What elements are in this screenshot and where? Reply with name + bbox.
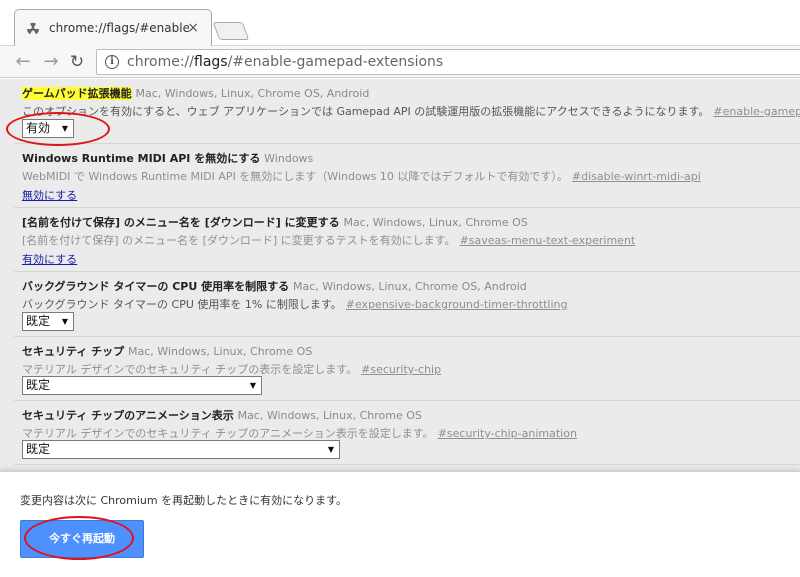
experiment-title: セキュリティ チップのアニメーション表示 Mac, Windows, Linux…: [22, 407, 422, 423]
experiment-description: バックグラウンド タイマーの CPU 使用率を 1% に制限します。 #expen…: [22, 296, 567, 312]
experiment-select[interactable]: 有効 ▼: [22, 119, 74, 138]
reload-icon[interactable]: ↻: [66, 51, 88, 73]
tab-close-icon[interactable]: ×: [187, 20, 199, 36]
url-path: /#enable-gamepad-extensions: [227, 54, 444, 70]
back-arrow-icon[interactable]: ←: [12, 51, 34, 73]
experiment-name: Windows Runtime MIDI API を無効にする: [22, 152, 261, 165]
experiment-disable-winrt-midi-api: Windows Runtime MIDI API を無効にする Windows …: [14, 144, 800, 208]
description-text: WebMIDI で Windows Runtime MIDI API を無効にし…: [22, 170, 568, 183]
experiment-security-chip: セキュリティ チップ Mac, Windows, Linux, Chrome O…: [14, 337, 800, 401]
experiment-toggle-link[interactable]: 無効にする: [22, 187, 77, 203]
experiment-title: Windows Runtime MIDI API を無効にする Windows: [22, 150, 313, 166]
experiment-platforms: Mac, Windows, Linux, Chrome OS: [128, 345, 313, 358]
experiment-platforms: Mac, Windows, Linux, Chrome OS, Android: [292, 280, 527, 293]
experiment-description: マテリアル デザインでのセキュリティ チップの表示を設定します。 #securit…: [22, 361, 441, 377]
url-host: flags: [194, 54, 228, 70]
tab-strip: chrome://flags/#enable- ×: [0, 0, 800, 47]
experiment-permalink[interactable]: #expensive-background-timer-throttling: [346, 298, 568, 311]
experiment-toggle-link[interactable]: 有効にする: [22, 251, 77, 267]
dropdown-arrow-icon: ▼: [249, 381, 256, 390]
experiment-name: セキュリティ チップ: [22, 345, 125, 358]
experiment-title: ゲームパッド拡張機能 Mac, Windows, Linux, Chrome O…: [22, 85, 369, 101]
dropdown-arrow-icon: ▼: [61, 124, 68, 133]
description-text: マテリアル デザインでのセキュリティ チップの表示を設定します。: [22, 363, 358, 376]
experiment-platforms: Mac, Windows, Linux, Chrome OS: [343, 216, 528, 229]
experiment-platforms: Windows: [264, 152, 314, 165]
description-text: バックグラウンド タイマーの CPU 使用率を 1% に制限します。: [22, 298, 342, 311]
active-tab[interactable]: chrome://flags/#enable- ×: [14, 9, 212, 47]
experiment-description: [名前を付けて保存] のメニュー名を [ダウンロード] に変更するテストを有効に…: [22, 232, 635, 248]
description-text: マテリアル デザインでのセキュリティ チップのアニメーション表示を設定します。: [22, 427, 434, 440]
description-text: [名前を付けて保存] のメニュー名を [ダウンロード] に変更するテストを有効に…: [22, 234, 456, 247]
experiment-name: バックグラウンド タイマーの CPU 使用率を制限する: [22, 280, 290, 293]
experiment-title: [名前を付けて保存] のメニュー名を [ダウンロード] に変更する Mac, W…: [22, 214, 528, 230]
select-value: 既定: [26, 378, 51, 392]
experiment-permalink[interactable]: #enable-gamepad-extensions: [713, 105, 800, 118]
experiment-name: セキュリティ チップのアニメーション表示: [22, 409, 234, 422]
select-value: 有効: [26, 121, 51, 135]
experiment-name: [名前を付けて保存] のメニュー名を [ダウンロード] に変更する: [22, 216, 340, 229]
flags-list: ゲームパッド拡張機能 Mac, Windows, Linux, Chrome O…: [0, 79, 800, 471]
info-icon[interactable]: i: [105, 55, 119, 69]
description-text: このオプションを有効にすると、ウェブ アプリケーションでは Gamepad AP…: [22, 105, 710, 118]
select-value: 既定: [26, 442, 51, 456]
experiment-name: ゲームパッド拡張機能: [22, 87, 132, 100]
radiation-icon: [26, 22, 39, 35]
experiment-description: マテリアル デザインでのセキュリティ チップのアニメーション表示を設定します。 #…: [22, 425, 577, 441]
experiment-permalink[interactable]: #security-chip: [361, 363, 441, 376]
dropdown-arrow-icon: ▼: [61, 317, 68, 326]
restart-now-button[interactable]: 今すぐ再起動: [20, 520, 144, 558]
experiment-title: バックグラウンド タイマーの CPU 使用率を制限する Mac, Windows…: [22, 278, 527, 294]
experiment-permalink[interactable]: #disable-winrt-midi-api: [572, 170, 701, 183]
experiment-permalink[interactable]: #security-chip-animation: [438, 427, 577, 440]
experiment-description: このオプションを有効にすると、ウェブ アプリケーションでは Gamepad AP…: [22, 103, 800, 119]
experiment-security-chip-animation: セキュリティ チップのアニメーション表示 Mac, Windows, Linux…: [14, 401, 800, 465]
new-tab-button[interactable]: [212, 22, 250, 40]
experiment-platforms: Mac, Windows, Linux, Chrome OS: [237, 409, 422, 422]
tab-title: chrome://flags/#enable-: [49, 21, 189, 35]
experiment-select[interactable]: 既定 ▼: [22, 312, 74, 331]
forward-arrow-icon[interactable]: →: [40, 51, 62, 73]
dropdown-arrow-icon: ▼: [327, 445, 334, 454]
toolbar: ← → ↻ i chrome://flags/#enable-gamepad-e…: [0, 46, 800, 78]
experiment-permalink[interactable]: #saveas-menu-text-experiment: [460, 234, 636, 247]
address-bar[interactable]: i chrome://flags/#enable-gamepad-extensi…: [96, 49, 800, 75]
select-value: 既定: [26, 314, 51, 328]
experiment-title: セキュリティ チップ Mac, Windows, Linux, Chrome O…: [22, 343, 312, 359]
experiment-select[interactable]: 既定 ▼: [22, 376, 262, 395]
restart-message: 変更内容は次に Chromium を再起動したときに有効になります。: [20, 494, 348, 507]
url-scheme: chrome://: [127, 54, 194, 70]
experiment-gamepad-extensions: ゲームパッド拡張機能 Mac, Windows, Linux, Chrome O…: [14, 79, 800, 144]
experiment-select[interactable]: 既定 ▼: [22, 440, 340, 459]
url-text[interactable]: chrome://flags/#enable-gamepad-extension…: [127, 54, 443, 70]
experiment-description: WebMIDI で Windows Runtime MIDI API を無効にし…: [22, 168, 701, 184]
experiment-saveas-menu-text: [名前を付けて保存] のメニュー名を [ダウンロード] に変更する Mac, W…: [14, 208, 800, 272]
experiment-background-timer-throttling: バックグラウンド タイマーの CPU 使用率を制限する Mac, Windows…: [14, 272, 800, 337]
restart-bar: 変更内容は次に Chromium を再起動したときに有効になります。 今すぐ再起…: [0, 471, 800, 577]
experiment-platforms: Mac, Windows, Linux, Chrome OS, Android: [135, 87, 370, 100]
